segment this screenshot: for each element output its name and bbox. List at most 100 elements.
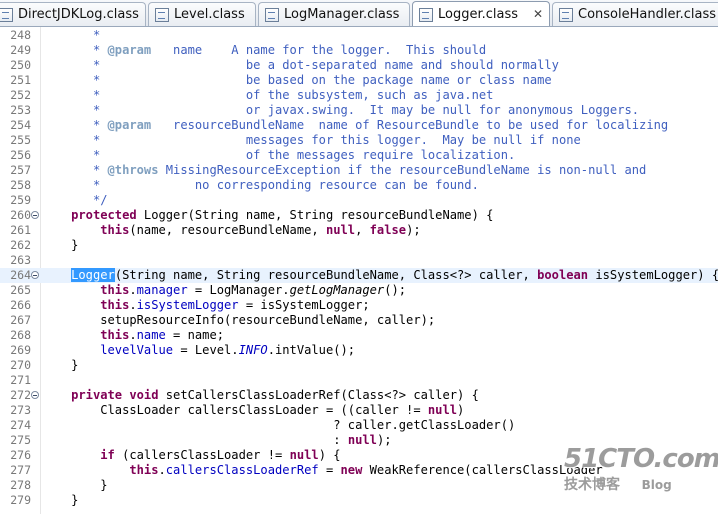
code-text: * be based on the package name or class …: [42, 73, 552, 88]
code-text: *: [42, 28, 100, 43]
code-token: @param: [107, 43, 152, 57]
code-line[interactable]: 278 }: [0, 478, 718, 493]
code-token: MissingResourceException if the resource…: [158, 163, 647, 177]
code-text: }: [42, 238, 78, 253]
code-token: *: [42, 28, 101, 42]
code-line[interactable]: 261 this(name, resourceBundleName, null,…: [0, 223, 718, 238]
code-line[interactable]: 262 }: [0, 238, 718, 253]
code-token: );: [376, 433, 392, 447]
code-token: .: [158, 463, 166, 477]
code-line[interactable]: 271: [0, 373, 718, 388]
code-token: this: [100, 223, 130, 237]
line-number: 251: [10, 73, 31, 87]
code-editor[interactable]: 248 * 249 * @param name A name for the lo…: [0, 27, 718, 514]
code-text: }: [42, 358, 78, 373]
code-token: null: [427, 403, 458, 417]
line-number: 261: [10, 223, 31, 237]
code-line[interactable]: 275 : null);: [0, 433, 718, 448]
code-line[interactable]: 279 }: [0, 493, 718, 508]
code-text: this(name, resourceBundleName, null, fal…: [42, 223, 421, 238]
code-line[interactable]: 270 }: [0, 358, 718, 373]
code-line[interactable]: 258 * no corresponding resource can be f…: [0, 178, 718, 193]
code-text: * or javax.swing. It may be null for ano…: [42, 103, 639, 118]
code-token: new: [340, 463, 363, 477]
line-number: 257: [10, 163, 31, 177]
class-file-icon: [419, 7, 433, 22]
selected-text: Logger: [71, 268, 115, 282]
code-token: levelValue: [100, 343, 174, 357]
code-line[interactable]: 276 if (callersClassLoader != null) {: [0, 448, 718, 463]
line-number: 276: [10, 448, 31, 462]
code-token: null: [347, 433, 377, 447]
code-token: boolean: [537, 268, 589, 282]
code-line[interactable]: 260 protected Logger(String name, String…: [0, 208, 718, 223]
code-line[interactable]: 269 levelValue = Level.INFO.intValue();: [0, 343, 718, 358]
line-number: 255: [10, 133, 31, 147]
code-token: callersClassLoaderRef: [165, 463, 319, 477]
code-line[interactable]: 254 * @param resourceBundleName name of …: [0, 118, 718, 133]
code-token: false: [369, 223, 407, 237]
code-token: }: [42, 493, 79, 507]
tab-label: DirectJDKLog.class: [18, 7, 139, 22]
code-token: * of the messages require localization.: [42, 148, 516, 162]
code-line[interactable]: 268 this.name = name;: [0, 328, 718, 343]
fold-collapse-icon[interactable]: [31, 211, 39, 219]
code-text: * of the subsystem, such as java.net: [42, 88, 493, 103]
code-token: getLogManager: [289, 283, 385, 297]
code-text: */: [42, 193, 108, 208]
tab-consolehandler[interactable]: ConsoleHandler.class: [552, 2, 718, 26]
tab-logger[interactable]: Logger.class ✕: [412, 1, 550, 26]
code-line[interactable]: 272 private void setCallersClassLoaderRe…: [0, 388, 718, 403]
code-line[interactable]: 249 * @param name A name for the logger.…: [0, 43, 718, 58]
tab-level[interactable]: Level.class: [148, 2, 256, 26]
code-token: );: [406, 223, 421, 237]
code-line[interactable]: 248 *: [0, 28, 718, 43]
code-line[interactable]: 253 * or javax.swing. It may be null for…: [0, 103, 718, 118]
code-text: levelValue = Level.INFO.intValue();: [42, 343, 355, 358]
fold-collapse-icon[interactable]: [31, 271, 39, 279]
code-line[interactable]: 257 * @throws MissingResourceException i…: [0, 163, 718, 178]
code-line[interactable]: 252 * of the subsystem, such as java.net: [0, 88, 718, 103]
code-token: this: [100, 328, 130, 342]
line-number: 270: [10, 358, 31, 372]
code-line[interactable]: 266 this.isSystemLogger = isSystemLogger…: [0, 298, 718, 313]
fold-collapse-icon[interactable]: [31, 391, 39, 399]
close-icon[interactable]: ✕: [533, 7, 543, 21]
code-token: protected: [71, 208, 137, 222]
code-line[interactable]: 273 ClassLoader callersClassLoader = ((c…: [0, 403, 718, 418]
code-token: }: [42, 238, 79, 252]
code-line[interactable]: 267 setupResourceInfo(resourceBundleName…: [0, 313, 718, 328]
line-number: 253: [10, 103, 31, 117]
code-line[interactable]: 251 * be based on the package name or cl…: [0, 73, 718, 88]
code-token: :: [42, 433, 348, 447]
code-token: = LogManager.: [187, 283, 290, 297]
code-line[interactable]: 255 * messages for this logger. May be n…: [0, 133, 718, 148]
tab-logmanager[interactable]: LogManager.class: [258, 2, 410, 26]
code-token: = name;: [165, 328, 225, 342]
code-line[interactable]: 259 */: [0, 193, 718, 208]
code-text: this.manager = LogManager.getLogManager(…: [42, 283, 406, 298]
code-text: * messages for this logger. May be null …: [42, 133, 581, 148]
line-number: 252: [10, 88, 31, 102]
code-line[interactable]: 274 ? caller.getClassLoader(): [0, 418, 718, 433]
code-line[interactable]: 263: [0, 253, 718, 268]
line-number: 254: [10, 118, 31, 132]
line-number: 269: [10, 343, 31, 357]
line-number: 268: [10, 328, 31, 342]
line-number: 248: [10, 28, 31, 42]
code-line[interactable]: 250 * be a dot-separated name and should…: [0, 58, 718, 73]
code-token: isSystemLogger) {: [588, 268, 718, 282]
code-line[interactable]: 256 * of the messages require localizati…: [0, 148, 718, 163]
line-number: 264: [10, 268, 31, 282]
code-text: }: [42, 478, 107, 493]
tab-directjdklog[interactable]: DirectJDKLog.class: [0, 2, 146, 26]
line-number: 277: [10, 463, 31, 477]
code-line[interactable]: 265 this.manager = LogManager.getLogMana…: [0, 283, 718, 298]
code-line[interactable]: 277 this.callersClassLoaderRef = new Wea…: [0, 463, 718, 478]
code-text: * @param name A name for the logger. Thi…: [42, 43, 486, 58]
code-token: ,: [355, 223, 370, 237]
code-line[interactable]: 264 Logger(String name, String resourceB…: [0, 268, 718, 283]
code-text: }: [42, 493, 78, 508]
